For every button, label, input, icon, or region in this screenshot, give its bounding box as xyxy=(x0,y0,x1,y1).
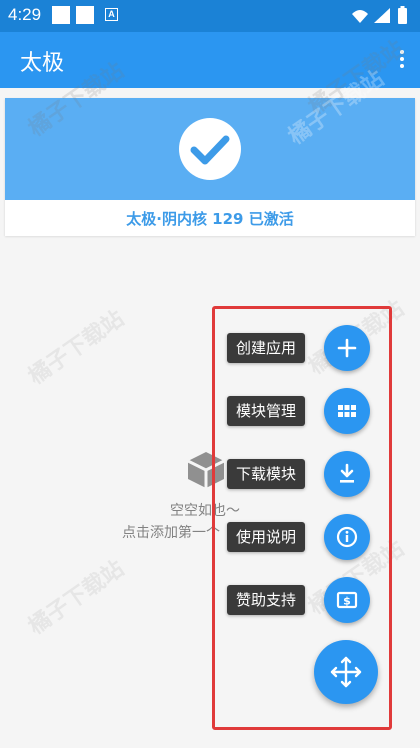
notification-icon xyxy=(52,6,70,24)
app-title: 太极 xyxy=(20,51,65,76)
status-time: 4:29 xyxy=(8,5,42,24)
check-circle-icon xyxy=(179,118,241,180)
status-bar: 4:29 A xyxy=(0,0,420,32)
notification-icon xyxy=(76,6,94,24)
system-status-icons xyxy=(352,6,407,24)
highlight-box xyxy=(212,306,392,730)
notification-a-icon: A xyxy=(105,8,118,21)
activation-status-text: 太极·阴内核 129 已激活 xyxy=(126,210,294,228)
